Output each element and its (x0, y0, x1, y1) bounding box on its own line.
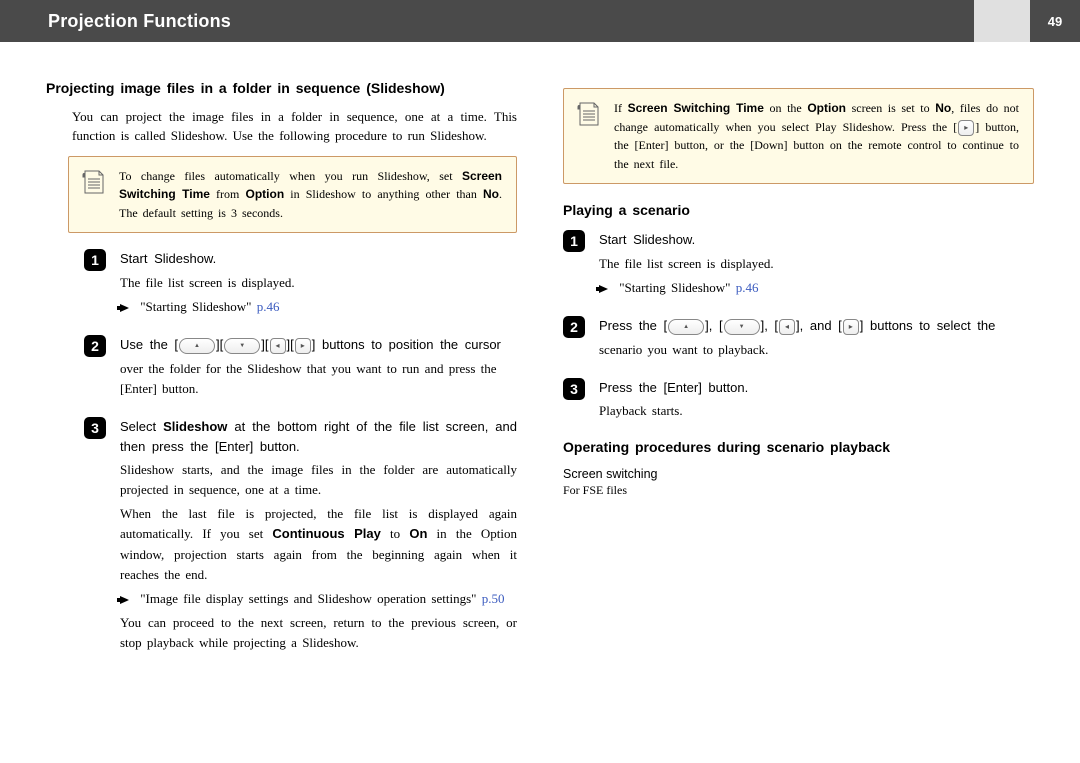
step-r3: 3 Press the [Enter] button. Playback sta… (563, 378, 1034, 422)
step-r1: 1 Start Slideshow. The file list screen … (563, 230, 1034, 298)
step-number-icon: 1 (84, 249, 106, 271)
pointer-icon (120, 304, 129, 312)
right-button-icon: ▸ (958, 120, 974, 136)
left-column: Projecting image files in a folder in se… (46, 80, 517, 671)
intro-paragraph: You can project the image files in a fol… (46, 108, 517, 146)
step-3-sub3: You can proceed to the next screen, retu… (120, 613, 517, 653)
step-number-icon: 3 (563, 378, 585, 400)
step-r1-main: Start Slideshow. (599, 230, 1034, 250)
down-button-icon: ▼ (224, 338, 260, 354)
step-r2-main: Press the [▲], [▼], [◂], and [▸] buttons… (599, 316, 1034, 336)
tip-box-left: To change files automatically when you r… (68, 156, 517, 234)
pointer-icon (599, 285, 608, 293)
content: Projecting image files in a folder in se… (0, 42, 1080, 691)
step-number-icon: 2 (563, 316, 585, 338)
section-heading-scenario: Playing a scenario (563, 202, 1034, 218)
down-button-icon: ▼ (724, 319, 760, 335)
step-3-xref: "Image file display settings and Slidesh… (120, 589, 517, 609)
pointer-icon (120, 596, 129, 604)
step-r3-sub: Playback starts. (599, 401, 1034, 421)
step-number-icon: 2 (84, 335, 106, 357)
xref-p46[interactable]: p.46 (736, 280, 759, 295)
tip-box-right: If Screen Switching Time on the Option s… (563, 88, 1034, 184)
xref-p46[interactable]: p.46 (257, 299, 280, 314)
step-1-main: Start Slideshow. (120, 249, 517, 269)
note-icon (79, 167, 105, 223)
step-r1-xref: "Starting Slideshow" p.46 (599, 278, 1034, 298)
step-3-main: Select Slideshow at the bottom right of … (120, 417, 517, 456)
step-number-icon: 3 (84, 417, 106, 439)
tip-text: To change files automatically when you r… (119, 167, 502, 223)
tip-text: If Screen Switching Time on the Option s… (614, 99, 1019, 173)
page-title: Projection Functions (0, 0, 974, 42)
note-icon (574, 99, 600, 173)
page-header: Projection Functions 49 (0, 0, 1080, 42)
page-number: 49 (1030, 0, 1080, 42)
section-heading-slideshow: Projecting image files in a folder in se… (46, 80, 517, 96)
step-2-main: Use the [▲][▼][◂][▸] buttons to position… (120, 335, 517, 355)
steps-right: 1 Start Slideshow. The file list screen … (563, 230, 1034, 421)
step-1: 1 Start Slideshow. The file list screen … (46, 249, 517, 317)
up-button-icon: ▲ (668, 319, 704, 335)
step-r1-sub: The file list screen is displayed. (599, 254, 1034, 274)
step-r2: 2 Press the [▲], [▼], [◂], and [▸] butto… (563, 316, 1034, 360)
step-3-sub2: When the last file is projected, the fil… (120, 504, 517, 585)
step-number-icon: 1 (563, 230, 585, 252)
left-button-icon: ◂ (270, 338, 286, 354)
xref-p50[interactable]: p.50 (482, 591, 505, 606)
step-3: 3 Select Slideshow at the bottom right o… (46, 417, 517, 653)
fse-note: For FSE files (563, 483, 1034, 498)
up-button-icon: ▲ (179, 338, 215, 354)
steps-left: 1 Start Slideshow. The file list screen … (46, 249, 517, 653)
step-1-xref: "Starting Slideshow" p.46 (120, 297, 517, 317)
header-tab (974, 0, 1030, 42)
left-button-icon: ◂ (779, 319, 795, 335)
step-r3-main: Press the [Enter] button. (599, 378, 1034, 398)
step-r2-sub: scenario you want to playback. (599, 340, 1034, 360)
subheading-screen-switching: Screen switching (563, 467, 1034, 481)
right-button-icon: ▸ (843, 319, 859, 335)
section-heading-operating: Operating procedures during scenario pla… (563, 439, 1034, 455)
right-button-icon: ▸ (295, 338, 311, 354)
right-column: If Screen Switching Time on the Option s… (563, 80, 1034, 671)
step-3-sub1: Slideshow starts, and the image files in… (120, 460, 517, 500)
step-1-sub: The file list screen is displayed. (120, 273, 517, 293)
step-2-sub: over the folder for the Slideshow that y… (120, 359, 517, 399)
step-2: 2 Use the [▲][▼][◂][▸] buttons to positi… (46, 335, 517, 399)
